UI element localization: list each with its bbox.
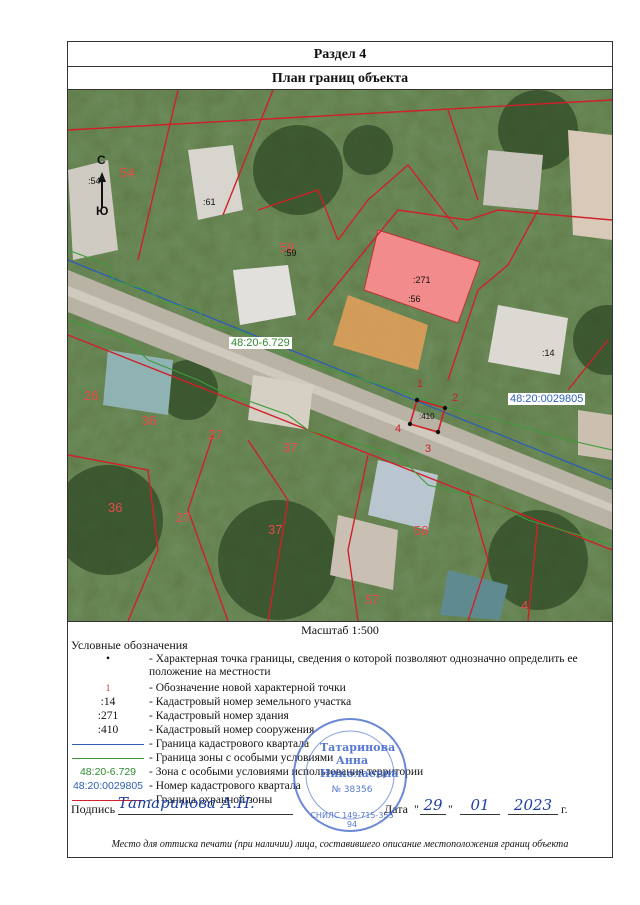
- date-year: 2023: [508, 796, 558, 815]
- legend-title: Условные обозначения: [71, 638, 188, 652]
- plot-label: 37: [268, 522, 283, 537]
- quarter-label: 48:20:0029805: [508, 393, 586, 405]
- plan-title: План границ объекта: [68, 67, 612, 90]
- legend-symbol: :14: [100, 696, 116, 708]
- section-title: Раздел 4: [68, 42, 612, 67]
- plot-label: 27: [176, 510, 191, 525]
- date-suffix: г.: [561, 802, 568, 816]
- cadastral-number: :56: [408, 294, 421, 304]
- cadastral-number: :14: [542, 348, 555, 358]
- legend-symbol: 1: [105, 683, 111, 693]
- cadastral-number: :54: [88, 176, 101, 186]
- legend-symbol: 48:20:0029805: [72, 780, 144, 792]
- zone-label: 48:20-6.729: [229, 337, 292, 349]
- quarter-line-symbol: [72, 744, 144, 745]
- point-label: 4: [395, 423, 402, 435]
- legend-text: - Обозначение новой характерной точки: [149, 682, 346, 694]
- plot-label: 4: [521, 598, 529, 613]
- map-scale: Масштаб 1:500: [301, 623, 379, 637]
- signature-scrawl: Татаринова А.Н.: [118, 794, 293, 815]
- cadastral-number: :59: [284, 248, 297, 258]
- point-label: 3: [425, 443, 432, 455]
- legend-symbol: :410: [97, 724, 119, 736]
- point-label: 2: [452, 392, 459, 404]
- legend-symbol: :271: [97, 710, 119, 722]
- stamp-snils: СНИЛС 149-715-355 94: [310, 811, 394, 829]
- legend-symbol: •: [105, 653, 111, 665]
- plot-label: 58: [414, 523, 429, 538]
- stamp-name: Татаринова Анна Николаевна: [320, 741, 399, 780]
- compass-south: Ю: [96, 204, 109, 218]
- cadastral-number: :271: [413, 275, 431, 285]
- plot-label: 37: [283, 440, 298, 455]
- legend-text: - Кадастровый номер земельного участка: [149, 696, 352, 708]
- point-label: 1: [417, 378, 424, 390]
- aerial-map: С Ю 54 59 26 36 27 37 36 27 37 58 57 4 :…: [68, 90, 612, 622]
- plot-label: 57: [365, 592, 380, 607]
- date-month: 01: [460, 796, 500, 815]
- cadastral-number: :61: [203, 197, 216, 207]
- signature-label: Подпись: [71, 802, 116, 816]
- cadastral-number: :410: [419, 412, 435, 421]
- compass-north: С: [97, 153, 106, 167]
- legend-symbol: 48:20-6.729: [79, 766, 137, 778]
- map-canvas: [68, 90, 612, 621]
- plot-label: 36: [108, 500, 123, 515]
- plot-label: 36: [142, 413, 157, 428]
- legend-text: - Характерная точка границы, сведения о …: [149, 653, 578, 678]
- plot-label: 54: [120, 165, 135, 180]
- zone-line-symbol: [72, 758, 144, 759]
- official-stamp: Татаринова Анна Николаевна № 38356 СНИЛС…: [290, 715, 410, 835]
- stamp-reg: № 38356: [331, 785, 373, 795]
- footnote: Место для оттиска печати (при наличии) л…: [111, 839, 569, 850]
- plot-label: 26: [84, 388, 99, 403]
- plot-label: 27: [208, 427, 223, 442]
- date-day: 29: [420, 796, 446, 815]
